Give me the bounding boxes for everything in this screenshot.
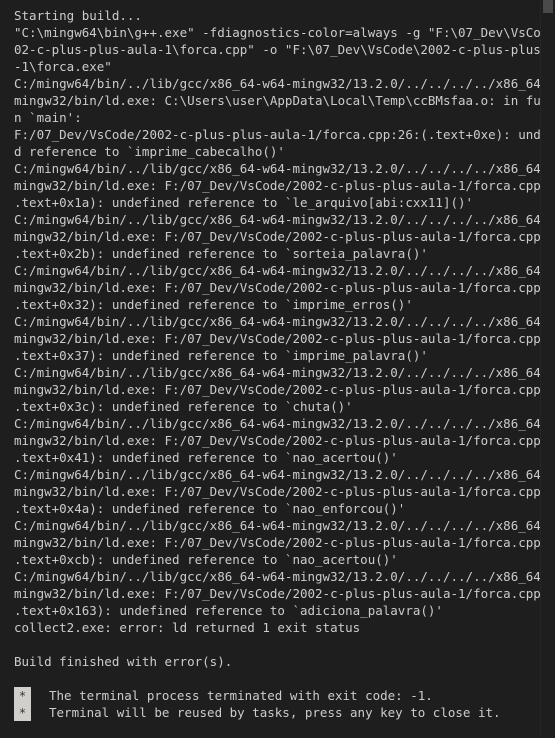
- terminal-line: mingw32/bin/ld.exe: F:/07_Dev/VsCode/200…: [14, 280, 555, 295]
- terminal-line: .text+0x37): undefined reference to `imp…: [14, 348, 428, 363]
- terminal-task-message-text: Terminal will be reused by tasks, press …: [49, 705, 501, 720]
- terminal-line: C:/mingw64/bin/../lib/gcc/x86_64-w64-min…: [14, 76, 555, 91]
- asterisk-icon: *: [14, 704, 31, 721]
- terminal-line: .text+0x32): undefined reference to `imp…: [14, 297, 413, 312]
- terminal-line: mingw32/bin/ld.exe: F:/07_Dev/VsCode/200…: [14, 229, 555, 244]
- terminal-line: C:/mingw64/bin/../lib/gcc/x86_64-w64-min…: [14, 263, 555, 278]
- terminal-line: mingw32/bin/ld.exe: F:/07_Dev/VsCode/200…: [14, 178, 555, 193]
- terminal-task-message-text: The terminal process terminated with exi…: [49, 688, 433, 703]
- terminal-line: F:/07_Dev/VsCode/2002-c-plus-plus-aula-1…: [14, 127, 555, 142]
- terminal-line: .text+0x1a): undefined reference to `le_…: [14, 195, 474, 210]
- terminal-line: C:/mingw64/bin/../lib/gcc/x86_64-w64-min…: [14, 365, 555, 380]
- terminal-output-viewport[interactable]: Starting build... "C:\mingw64\bin\g++.exe…: [0, 0, 555, 738]
- terminal-line: mingw32/bin/ld.exe: F:/07_Dev/VsCode/200…: [14, 586, 555, 601]
- terminal-line: C:/mingw64/bin/../lib/gcc/x86_64-w64-min…: [14, 569, 555, 584]
- terminal-panel[interactable]: Starting build... "C:\mingw64\bin\g++.exe…: [0, 0, 555, 738]
- terminal-line: Build finished with error(s).: [14, 654, 233, 669]
- terminal-task-message: * Terminal will be reused by tasks, press…: [14, 704, 541, 721]
- terminal-task-messages: * The terminal process terminated with ex…: [14, 687, 541, 721]
- terminal-line: mingw32/bin/ld.exe: F:/07_Dev/VsCode/200…: [14, 433, 555, 448]
- terminal-line: .text+0x2b): undefined reference to `sor…: [14, 246, 428, 261]
- terminal-line: -1\forca.exe": [14, 59, 112, 74]
- terminal-task-message: * The terminal process terminated with ex…: [14, 687, 541, 704]
- terminal-line: .text+0x4a): undefined reference to `nao…: [14, 501, 406, 516]
- terminal-line: C:/mingw64/bin/../lib/gcc/x86_64-w64-min…: [14, 212, 555, 227]
- terminal-line: "C:\mingw64\bin\g++.exe" -fdiagnostics-c…: [14, 25, 555, 40]
- terminal-line: C:/mingw64/bin/../lib/gcc/x86_64-w64-min…: [14, 416, 555, 431]
- terminal-line: mingw32/bin/ld.exe: F:/07_Dev/VsCode/200…: [14, 382, 555, 397]
- terminal-line: .text+0xcb): undefined reference to `nao…: [14, 552, 398, 567]
- terminal-line: Starting build...: [14, 8, 142, 23]
- terminal-line: .text+0x3c): undefined reference to `chu…: [14, 399, 353, 414]
- terminal-scrollbar-thumb[interactable]: [543, 0, 553, 13]
- terminal-line: C:/mingw64/bin/../lib/gcc/x86_64-w64-min…: [14, 161, 555, 176]
- terminal-line: 02-c-plus-plus-aula-1\forca.cpp" -o "F:\…: [14, 42, 555, 57]
- terminal-line: C:/mingw64/bin/../lib/gcc/x86_64-w64-min…: [14, 518, 555, 533]
- terminal-line: mingw32/bin/ld.exe: C:\Users\user\AppDat…: [14, 93, 555, 108]
- terminal-line: mingw32/bin/ld.exe: F:/07_Dev/VsCode/200…: [14, 484, 555, 499]
- terminal-line: collect2.exe: error: ld returned 1 exit …: [14, 620, 361, 635]
- terminal-line: mingw32/bin/ld.exe: F:/07_Dev/VsCode/200…: [14, 331, 555, 346]
- terminal-scrollbar[interactable]: [540, 0, 555, 738]
- asterisk-icon: *: [14, 687, 31, 704]
- terminal-line: C:/mingw64/bin/../lib/gcc/x86_64-w64-min…: [14, 314, 555, 329]
- terminal-line: .text+0x163): undefined reference to `ad…: [14, 603, 443, 618]
- terminal-line: n `main':: [14, 110, 82, 125]
- terminal-line: d reference to `imprime_cabecalho()': [14, 144, 285, 159]
- terminal-line: mingw32/bin/ld.exe: F:/07_Dev/VsCode/200…: [14, 535, 555, 550]
- terminal-output-lines: Starting build... "C:\mingw64\bin\g++.exe…: [14, 7, 555, 687]
- terminal-line: C:/mingw64/bin/../lib/gcc/x86_64-w64-min…: [14, 467, 555, 482]
- terminal-line: .text+0x41): undefined reference to `nao…: [14, 450, 398, 465]
